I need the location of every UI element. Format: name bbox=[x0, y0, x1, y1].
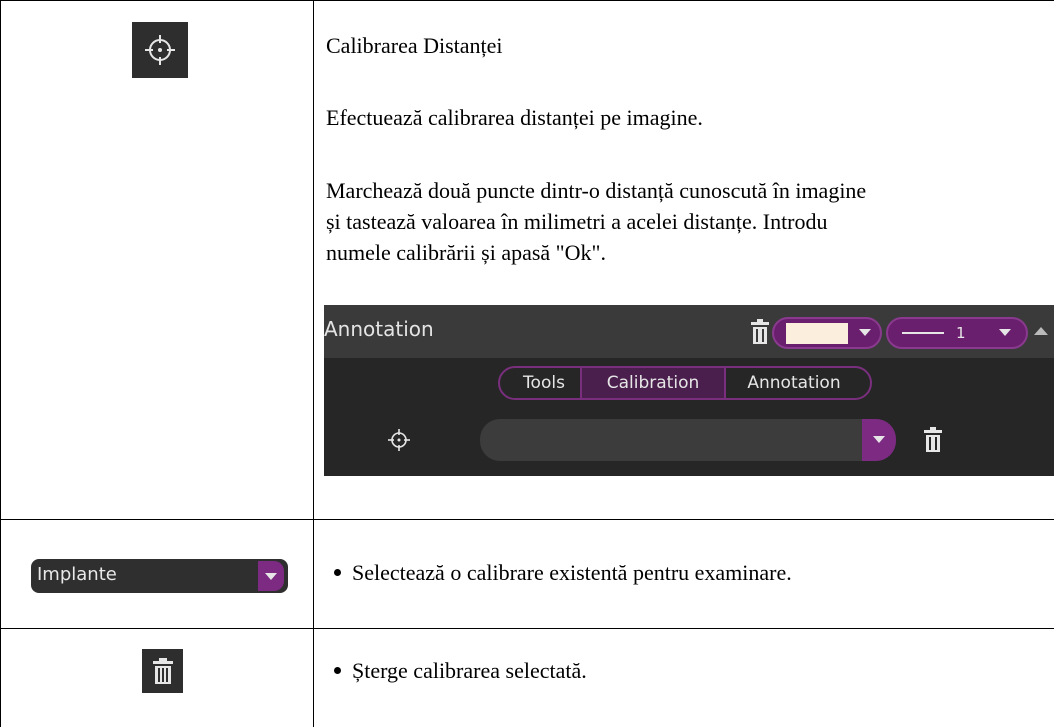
calibration-select[interactable] bbox=[480, 419, 896, 461]
color-picker[interactable] bbox=[772, 317, 882, 349]
chevron-down-icon bbox=[265, 573, 277, 580]
bullet bbox=[334, 569, 341, 577]
chevron-down-icon bbox=[999, 329, 1011, 336]
calibration-dropdown-toggle[interactable] bbox=[258, 561, 284, 591]
table-column-divider bbox=[313, 0, 314, 727]
color-swatch bbox=[786, 323, 848, 344]
table-row-divider bbox=[0, 628, 1054, 629]
calibration-dropdown-value: Implante bbox=[37, 564, 117, 585]
section-description: Efectuează calibrarea distanței pe imagi… bbox=[326, 105, 703, 130]
annotation-panel: Annotation 1 Tools Calibration Annotatio… bbox=[324, 305, 1054, 476]
instructions-line: și tastează valoarea în milimetri a acel… bbox=[326, 209, 828, 234]
line-width-picker[interactable]: 1 bbox=[886, 317, 1028, 349]
collapse-arrow-icon[interactable] bbox=[1033, 325, 1049, 337]
delete-calibration-icon[interactable] bbox=[922, 427, 944, 453]
list-item: Șterge calibrarea selectată. bbox=[334, 655, 587, 686]
table-border-left bbox=[0, 0, 1, 727]
tab-annotation[interactable]: Annotation bbox=[726, 368, 862, 398]
instructions-line: Marchează două puncte dintr-o distanță c… bbox=[326, 178, 867, 203]
list-item-text: Selectează o calibrare existentă pentru … bbox=[352, 560, 792, 585]
tab-tools[interactable]: Tools bbox=[510, 368, 578, 398]
calibration-select-toggle[interactable] bbox=[862, 419, 896, 461]
section-title: Calibrarea Distanței bbox=[326, 33, 503, 58]
table-border-top bbox=[0, 0, 1054, 1]
tab-calibration[interactable]: Calibration bbox=[580, 368, 726, 398]
delete-annotation-icon[interactable] bbox=[748, 319, 772, 345]
chevron-down-icon bbox=[873, 436, 885, 443]
calibrate-crosshair-icon[interactable] bbox=[386, 427, 412, 453]
line-sample bbox=[902, 332, 944, 334]
table-row-divider bbox=[0, 519, 1054, 520]
trash-icon bbox=[142, 649, 183, 693]
list-item-text: Șterge calibrarea selectată. bbox=[352, 658, 587, 683]
list-item: Selectează o calibrare existentă pentru … bbox=[334, 557, 792, 588]
bullet bbox=[334, 667, 341, 675]
instructions-line: numele calibrării și apasă "Ok". bbox=[326, 240, 607, 265]
line-width-value: 1 bbox=[956, 324, 966, 342]
chevron-down-icon bbox=[859, 329, 871, 336]
panel-header: Annotation 1 bbox=[324, 305, 1054, 358]
panel-title: Annotation bbox=[324, 317, 434, 341]
calibration-dropdown[interactable]: Implante bbox=[31, 559, 288, 593]
mode-tabs: Tools Calibration Annotation bbox=[498, 366, 872, 400]
crosshair-icon bbox=[132, 22, 188, 78]
